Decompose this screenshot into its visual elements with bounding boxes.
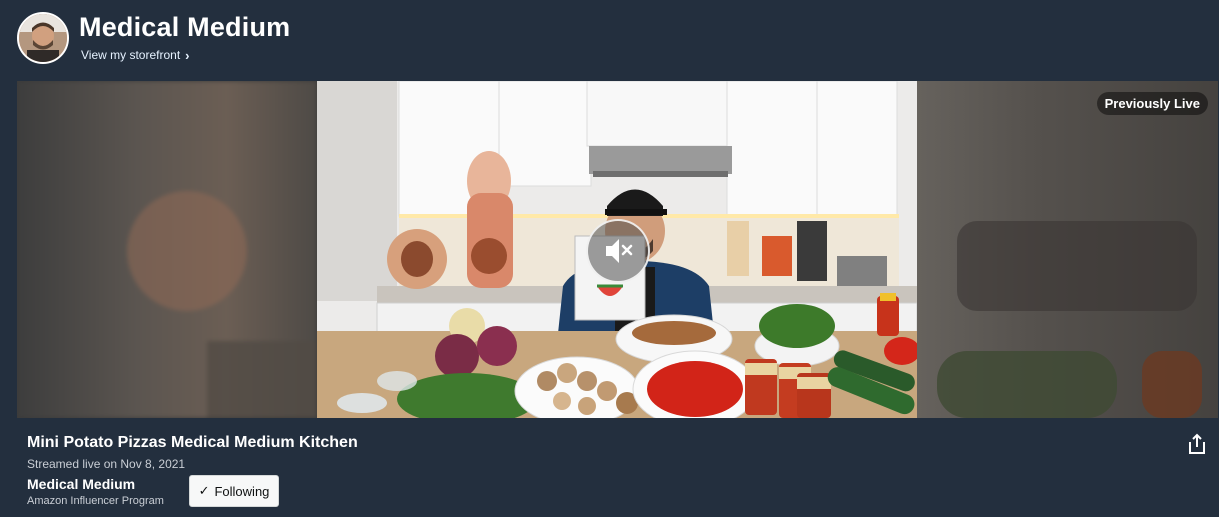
share-icon <box>1189 433 1205 454</box>
avatar[interactable] <box>17 12 69 64</box>
avatar-image <box>19 14 67 62</box>
unmute-button[interactable] <box>586 219 650 283</box>
creator-name[interactable]: Medical Medium <box>27 476 135 492</box>
chevron-right-icon: › <box>185 47 190 63</box>
storefront-link[interactable]: View my storefront › <box>81 48 190 62</box>
creator-program: Amazon Influencer Program <box>27 495 164 507</box>
following-button[interactable]: ✓ Following <box>189 475 279 507</box>
stream-info: Mini Potato Pizzas Medical Medium Kitche… <box>0 418 1219 517</box>
stream-title: Mini Potato Pizzas Medical Medium Kitche… <box>27 434 358 451</box>
background-blur-left <box>17 81 317 418</box>
header: Medical Medium View my storefront › <box>0 0 1219 80</box>
following-label: Following <box>214 483 270 499</box>
brand-title: Medical Medium <box>79 12 291 42</box>
checkmark-icon: ✓ <box>198 483 210 498</box>
background-blur-right <box>917 81 1218 418</box>
stream-date: Streamed live on Nov 8, 2021 <box>27 457 186 471</box>
previously-live-badge: Previously Live <box>1096 92 1208 115</box>
storefront-link-label[interactable]: View my storefront <box>81 48 180 62</box>
video-player[interactable]: Previously Live <box>17 81 1218 418</box>
speaker-muted-icon <box>606 239 633 263</box>
share-button[interactable] <box>1186 433 1208 455</box>
